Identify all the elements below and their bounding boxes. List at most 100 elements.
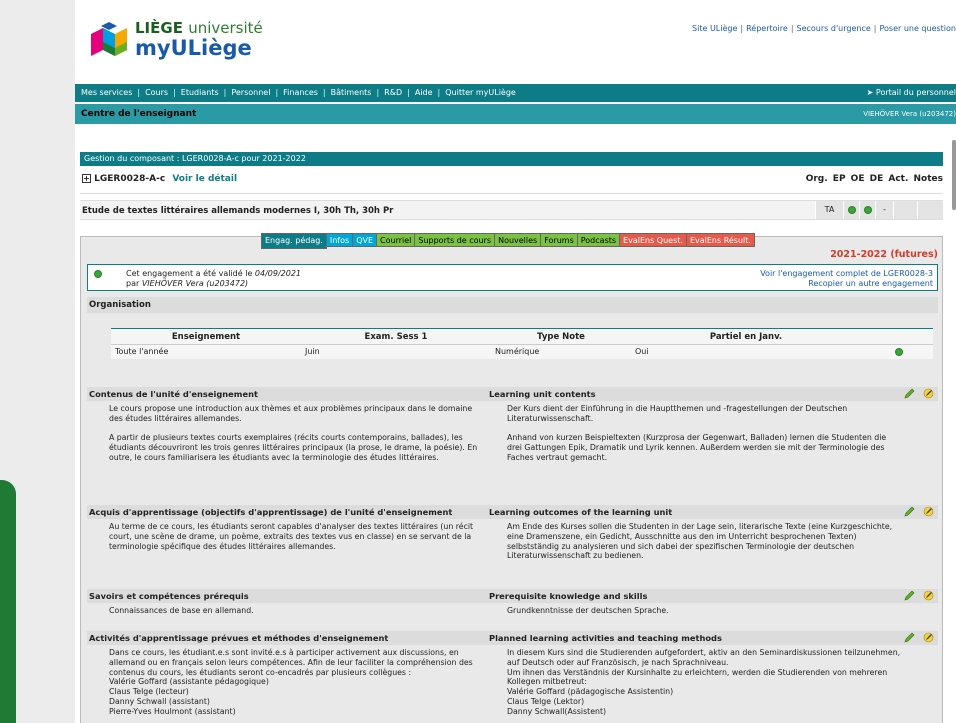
oe-cell: [859, 201, 875, 219]
logo-universite: université: [188, 19, 263, 37]
ep-status-icon: [847, 205, 856, 214]
logo-title: LIÈGE université: [135, 20, 263, 36]
cell-partiel: Oui: [631, 344, 861, 359]
nav-finances[interactable]: Finances: [283, 88, 318, 97]
section-text-fr: Connaissances de base en allemand.: [109, 606, 254, 615]
section-text-en: Der Kurs dient der Einführung in die Hau…: [507, 404, 887, 462]
section-text-en: Am Ende des Kurses sollen die Studenten …: [507, 522, 893, 561]
detail-link[interactable]: Voir le détail: [172, 174, 237, 184]
edit-pencil-icon[interactable]: [904, 506, 915, 517]
component-code: LGER0028-A-c: [94, 174, 166, 184]
edit-pencil-icon[interactable]: [904, 388, 915, 399]
section-text-fr: Dans ce cours, les étudiant.e.s sont inv…: [109, 648, 473, 716]
section-outcomes: Acquis d'apprentissage (objectifs d'appr…: [87, 505, 938, 560]
cell-type-note: Numérique: [491, 344, 631, 359]
tab-evalens-result[interactable]: EvalEns Résult.: [686, 233, 755, 247]
tab-supports[interactable]: Supports de cours: [415, 233, 496, 247]
de-cell: -: [875, 201, 893, 219]
translate-edit-icon[interactable]: [923, 590, 934, 601]
main-nav: Mes services | Cours | Etudiants | Personnel | F…: [75, 84, 956, 102]
section-text-en: Grundkenntnisse der deutschen Sprache.: [507, 606, 669, 615]
organisation-heading: Organisation: [87, 297, 938, 313]
notes-cell: [917, 201, 943, 219]
col-status: [861, 328, 933, 345]
logo-liege: LIÈGE: [135, 19, 183, 37]
col-exam: Exam. Sess 1: [301, 328, 491, 345]
section-text-fr: Au terme de ce cours, les étudiants sero…: [109, 522, 474, 551]
engagement-panel: Engag. pédag. Infos QVE Courriel Support…: [80, 233, 943, 723]
section-title-en: Learning unit contents: [489, 389, 596, 399]
section-title-en: Prerequisite knowledge and skills: [489, 591, 648, 601]
validated-status-icon: [94, 270, 102, 278]
component-row: + LGER0028-A-c Voir le détail Org. EP OE…: [80, 168, 943, 194]
logo-myuliege: myULiège: [135, 36, 252, 60]
section-title-fr: Contenus de l'unité d'enseignement: [89, 389, 258, 399]
translate-edit-icon[interactable]: [923, 632, 934, 643]
scrollbar-thumb[interactable]: [952, 140, 956, 210]
link-repertoire[interactable]: Répertoire: [746, 24, 788, 33]
nav-cours[interactable]: Cours: [145, 88, 168, 97]
section-title-en: Planned learning activities and teaching…: [489, 633, 722, 643]
col-enseignement: Enseignement: [111, 328, 301, 345]
expand-icon[interactable]: +: [82, 174, 91, 183]
translate-edit-icon[interactable]: [923, 388, 934, 399]
section-text-en: In diesem Kurs sind die Studierenden auf…: [507, 648, 901, 716]
validation-text: Cet engagement a été validé le 04/09/202…: [126, 269, 301, 289]
section-title-fr: Savoirs et compétences prérequis: [89, 591, 249, 601]
table-row: Toute l'année Juin Numérique Oui: [111, 344, 933, 359]
edit-pencil-icon[interactable]: [904, 632, 915, 643]
nav-etudiants[interactable]: Etudiants: [181, 88, 219, 97]
cell-enseignement: Toute l'année: [111, 344, 301, 359]
tab-qve[interactable]: QVE: [353, 233, 378, 247]
view-full-engagement-link[interactable]: Voir l'engagement complet de LGER0028-3: [760, 269, 933, 279]
col-partiel: Partiel en Janv.: [631, 328, 861, 345]
ep-cell: [843, 201, 859, 219]
act-cell: [893, 201, 917, 219]
validation-user: VIEHÖVER Vera (u203472): [141, 279, 249, 288]
course-row: Etude de textes littéraires allemands mo…: [80, 200, 943, 220]
tab-bar: Engag. pédag. Infos QVE Courriel Support…: [261, 233, 755, 249]
tab-evalens-quest[interactable]: EvalEns Quest.: [620, 233, 687, 247]
link-secours[interactable]: Secours d'urgence: [797, 24, 871, 33]
nav-batiments[interactable]: Bâtiments: [331, 88, 372, 97]
section-contents: Contenus de l'unité d'enseignement Learn…: [87, 387, 938, 462]
section-prerequisites: Savoirs et compétences prérequis Prerequ…: [87, 589, 938, 615]
tab-courriel[interactable]: Courriel: [377, 233, 416, 247]
course-title: Etude de textes littéraires allemands mo…: [82, 206, 394, 216]
top-links: Site ULiège | Répertoire | Secours d'urgence…: [692, 24, 956, 33]
status-columns-header: Org. EP OE DE Act. Notes: [805, 174, 943, 184]
tab-forums[interactable]: Forums: [541, 233, 578, 247]
section-text-fr: Le cours propose une introduction aux th…: [109, 404, 478, 462]
page: LIÈGE université myULiège Site ULiège | Ré…: [75, 0, 956, 723]
tab-infos[interactable]: Infos: [326, 233, 354, 247]
nav-personnel[interactable]: Personnel: [231, 88, 270, 97]
tab-engag-pedag[interactable]: Engag. pédag.: [261, 233, 327, 249]
nav-aide[interactable]: Aide: [415, 88, 433, 97]
validation-date: 04/09/2021: [254, 269, 302, 278]
link-site-uliege[interactable]: Site ULiège: [692, 24, 737, 33]
edit-pencil-icon[interactable]: [904, 590, 915, 601]
portal-link[interactable]: ➤ Portail du personnel: [867, 84, 956, 102]
org-cell: TA: [815, 201, 843, 219]
nav-quitter[interactable]: Quitter myULiège: [445, 88, 516, 97]
year-label: 2021-2022 (futures): [830, 249, 938, 260]
nav-mes-services[interactable]: Mes services: [81, 88, 132, 97]
validation-prefix: Cet engagement a été validé le: [126, 269, 255, 278]
translate-edit-icon[interactable]: [923, 506, 934, 517]
section-activities: Activités d'apprentissage prévues et mét…: [87, 631, 938, 716]
col-type-note: Type Note: [491, 328, 631, 345]
link-poser-question[interactable]: Poser une question: [879, 24, 956, 33]
background-decoration: [0, 480, 16, 723]
nav-rd[interactable]: R&D: [384, 88, 402, 97]
section-title-en: Learning outcomes of the learning unit: [489, 507, 673, 517]
tab-nouvelles[interactable]: Nouvelles: [495, 233, 542, 247]
uliege-logo[interactable]: LIÈGE université myULiège: [89, 20, 263, 60]
section-title-fr: Activités d'apprentissage prévues et mét…: [89, 633, 389, 643]
cell-status: [861, 344, 933, 359]
validation-box: Cet engagement a été validé le 04/09/202…: [87, 264, 938, 291]
section-title-fr: Acquis d'apprentissage (objectifs d'appr…: [89, 507, 453, 517]
tab-podcasts[interactable]: Podcasts: [577, 233, 621, 247]
cell-exam: Juin: [301, 344, 491, 359]
copy-engagement-link[interactable]: Recopier un autre engagement: [760, 279, 933, 289]
oe-status-icon: [863, 205, 872, 214]
